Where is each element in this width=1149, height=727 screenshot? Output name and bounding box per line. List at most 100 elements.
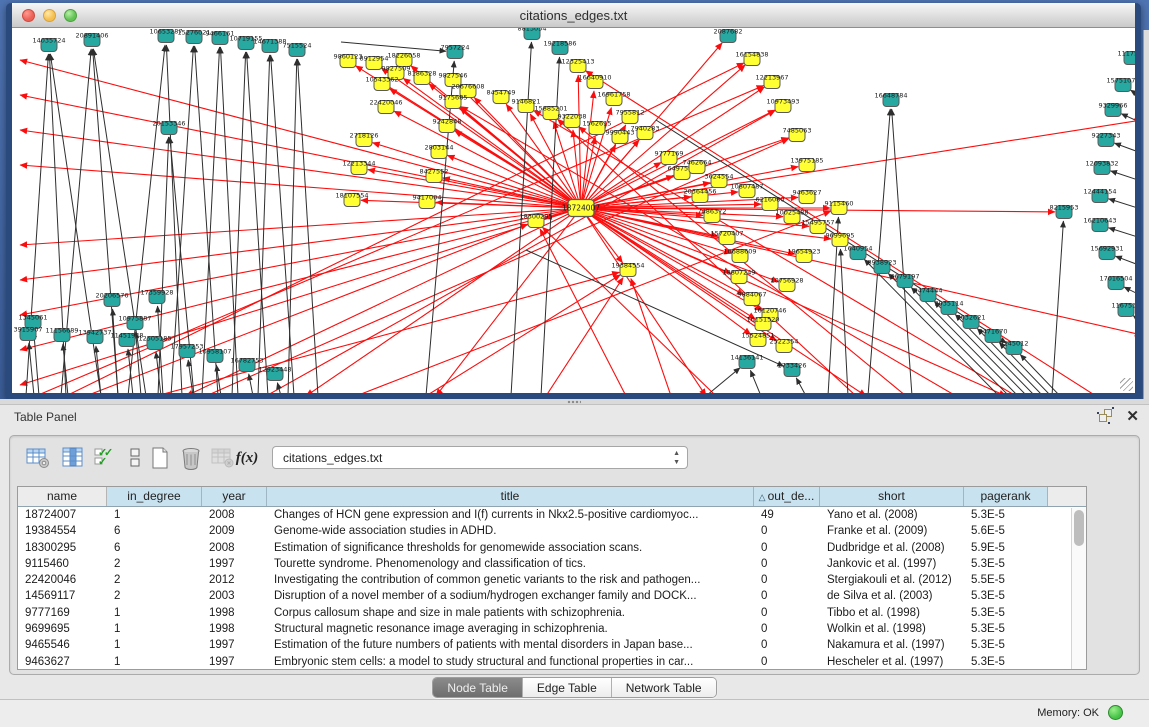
table-cell[interactable]: 2 bbox=[107, 588, 202, 604]
citation-edge[interactable] bbox=[20, 208, 581, 280]
table-cell[interactable]: 0 bbox=[754, 654, 820, 670]
table-row[interactable]: 911546021997Tourette syndrome. Phenomeno… bbox=[18, 556, 1086, 572]
table-cell[interactable]: Estimation of the future numbers of pati… bbox=[267, 637, 754, 653]
table-cell[interactable]: Tibbo et al. (1998) bbox=[820, 605, 964, 621]
table-cell[interactable]: Stergiakouli et al. (2012) bbox=[820, 572, 964, 588]
table-cell[interactable]: 18724007 bbox=[18, 507, 107, 523]
table-cell[interactable]: 9463627 bbox=[18, 654, 107, 670]
citation-edge[interactable] bbox=[29, 343, 34, 393]
close-panel-icon[interactable]: ✕ bbox=[1126, 409, 1139, 424]
column-header-year[interactable]: year bbox=[202, 487, 267, 506]
tab-edge-table[interactable]: Edge Table bbox=[523, 678, 612, 697]
table-cell[interactable]: 22420046 bbox=[18, 572, 107, 588]
table-options-icon[interactable] bbox=[23, 443, 53, 473]
table-cell[interactable]: Embryonic stem cells: a model to study s… bbox=[267, 654, 754, 670]
float-window-icon[interactable] bbox=[1099, 409, 1114, 424]
table-cell[interactable]: 5.3E-5 bbox=[964, 588, 1048, 604]
table-cell[interactable]: 0 bbox=[754, 556, 820, 572]
tab-node-table[interactable]: Node Table bbox=[433, 678, 523, 697]
citation-network-graph[interactable]: 1403572420891406106532871527602194661611… bbox=[12, 28, 1135, 393]
citation-edge[interactable] bbox=[288, 59, 297, 393]
table-cell[interactable]: Jankovic et al. (1997) bbox=[820, 556, 964, 572]
table-cell[interactable]: Hescheler et al. (1997) bbox=[820, 654, 964, 670]
table-cell[interactable]: 5.3E-5 bbox=[964, 605, 1048, 621]
citation-edge[interactable] bbox=[232, 52, 246, 393]
function-builder-icon[interactable]: f(x) bbox=[232, 443, 262, 473]
table-cell[interactable]: 0 bbox=[754, 523, 820, 539]
citation-edge[interactable] bbox=[20, 60, 581, 208]
table-cell[interactable]: 1998 bbox=[202, 621, 267, 637]
table-cell[interactable]: 1997 bbox=[202, 556, 267, 572]
window-resize-grip[interactable] bbox=[1120, 378, 1133, 391]
table-cell[interactable]: Franke et al. (2009) bbox=[820, 523, 964, 539]
citation-edge[interactable] bbox=[1111, 171, 1135, 182]
scrollbar-thumb[interactable] bbox=[1074, 510, 1084, 546]
table-row[interactable]: 1938455462009Genome-wide association stu… bbox=[18, 523, 1086, 539]
table-cell[interactable]: 9777169 bbox=[18, 605, 107, 621]
select-columns-icon[interactable]: ✓✓✓ bbox=[89, 443, 119, 473]
table-cell[interactable]: 2003 bbox=[202, 588, 267, 604]
column-header-pagerank[interactable]: pagerank bbox=[964, 487, 1048, 506]
table-cell[interactable]: 0 bbox=[754, 588, 820, 604]
citation-edge[interactable] bbox=[1109, 199, 1135, 210]
table-cell[interactable]: Dudbridge et al. (2008) bbox=[820, 540, 964, 556]
table-cell[interactable]: 6 bbox=[107, 523, 202, 539]
citation-edge[interactable] bbox=[436, 208, 581, 393]
citation-edge[interactable] bbox=[540, 229, 626, 393]
column-header-name[interactable]: name bbox=[18, 487, 107, 506]
citation-edge[interactable] bbox=[195, 46, 218, 393]
citation-edge[interactable] bbox=[1052, 221, 1063, 393]
citation-edge[interactable] bbox=[247, 52, 268, 393]
table-cell[interactable]: 19384554 bbox=[18, 523, 107, 539]
citation-edge[interactable] bbox=[86, 224, 528, 393]
table-cell[interactable]: de Silva et al. (2003) bbox=[820, 588, 964, 604]
citation-edge[interactable] bbox=[306, 208, 581, 393]
table-cell[interactable]: 14569117 bbox=[18, 588, 107, 604]
citation-edge[interactable] bbox=[840, 249, 848, 393]
table-cell[interactable]: 5.3E-5 bbox=[964, 556, 1048, 572]
table-cell[interactable]: 0 bbox=[754, 605, 820, 621]
table-cell[interactable]: Corpus callosum shape and size in male p… bbox=[267, 605, 754, 621]
table-cell[interactable]: 9699695 bbox=[18, 621, 107, 637]
table-cell[interactable]: Nakamura et al. (1997) bbox=[820, 637, 964, 653]
table-vertical-scrollbar[interactable] bbox=[1071, 508, 1086, 669]
column-header-title[interactable]: title bbox=[267, 487, 754, 506]
table-cell[interactable]: 6 bbox=[107, 540, 202, 556]
citation-edge[interactable] bbox=[220, 47, 238, 393]
table-row[interactable]: 1456911722003Disruption of a novel membe… bbox=[18, 588, 1086, 604]
citation-edge[interactable] bbox=[631, 279, 671, 393]
table-cell[interactable]: 1998 bbox=[202, 605, 267, 621]
citation-edge[interactable] bbox=[1109, 228, 1135, 239]
citation-edge[interactable] bbox=[1115, 256, 1135, 267]
citation-edge[interactable] bbox=[581, 91, 594, 208]
table-cell[interactable]: 18300295 bbox=[18, 540, 107, 556]
citation-edge[interactable] bbox=[113, 309, 118, 393]
citation-edge[interactable] bbox=[1124, 287, 1135, 297]
table-row[interactable]: 946554611997Estimation of the future num… bbox=[18, 637, 1086, 653]
column-header-out-de-[interactable]: △out_de... bbox=[754, 487, 820, 506]
citation-edge[interactable] bbox=[26, 54, 48, 393]
table-cell[interactable]: 1997 bbox=[202, 637, 267, 653]
citation-edge[interactable] bbox=[447, 155, 581, 208]
table-row[interactable]: 946362711997Embryonic stem cells: a mode… bbox=[18, 654, 1086, 670]
table-cell[interactable]: 0 bbox=[754, 572, 820, 588]
table-row[interactable]: 1830029562008Estimation of significance … bbox=[18, 540, 1086, 556]
table-cell[interactable]: 9465546 bbox=[18, 637, 107, 653]
table-cell[interactable]: 0 bbox=[754, 621, 820, 637]
table-cell[interactable]: 1 bbox=[107, 637, 202, 653]
table-cell[interactable]: 49 bbox=[754, 507, 820, 523]
table-cell[interactable]: 1 bbox=[107, 654, 202, 670]
table-cell[interactable]: 5.3E-5 bbox=[964, 621, 1048, 637]
table-row[interactable]: 969969511998Structural magnetic resonanc… bbox=[18, 621, 1086, 637]
citation-edge[interactable] bbox=[202, 47, 220, 393]
citation-edge[interactable] bbox=[20, 208, 581, 245]
table-cell[interactable]: 5.5E-5 bbox=[964, 572, 1048, 588]
citation-edge[interactable] bbox=[258, 55, 270, 393]
table-select-dropdown[interactable]: citations_edges.txt ▲▼ bbox=[272, 446, 688, 469]
table-cell[interactable]: 9115460 bbox=[18, 556, 107, 572]
citation-edge[interactable] bbox=[750, 370, 761, 393]
splitter-handle[interactable] bbox=[567, 400, 581, 404]
column-header-short[interactable]: short bbox=[820, 487, 964, 506]
table-cell[interactable]: Yano et al. (2008) bbox=[820, 507, 964, 523]
table-cell[interactable]: Investigating the contribution of common… bbox=[267, 572, 754, 588]
